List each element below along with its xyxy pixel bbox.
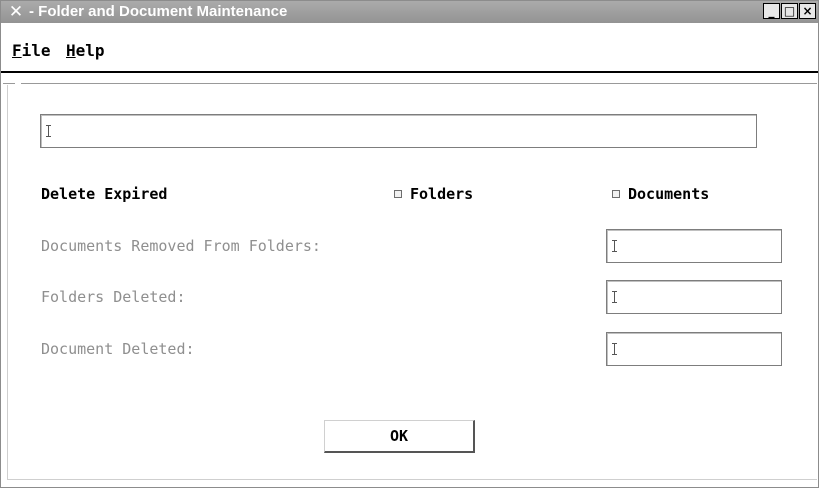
path-input[interactable] xyxy=(40,114,757,148)
text-cursor-icon xyxy=(612,343,617,356)
window-controls: _ □ × xyxy=(762,3,816,19)
folders-checkbox-label: Folders xyxy=(410,185,474,203)
minimize-button[interactable]: _ xyxy=(763,3,780,19)
menu-file-label: ile xyxy=(21,41,51,60)
text-cursor-icon xyxy=(612,291,617,304)
folders-deleted-field[interactable] xyxy=(606,280,782,314)
checkbox-icon[interactable] xyxy=(612,190,620,198)
text-cursor-icon xyxy=(612,240,617,253)
window-title: - Folder and Document Maintenance xyxy=(29,3,288,20)
maximize-icon: □ xyxy=(783,4,796,18)
menu-file-mnemonic: F xyxy=(12,41,22,60)
text-cursor-icon xyxy=(46,125,51,138)
x-logo-icon[interactable]: ✕ xyxy=(4,2,28,22)
checkbox-icon[interactable] xyxy=(394,190,402,198)
folders-deleted-label: Folders Deleted: xyxy=(41,288,186,306)
delete-expired-label: Delete Expired xyxy=(41,185,168,203)
group-frame-top xyxy=(21,83,817,84)
maximize-button[interactable]: □ xyxy=(781,3,798,19)
docs-removed-label: Documents Removed From Folders: xyxy=(41,237,321,255)
folders-checkbox[interactable]: Folders xyxy=(394,185,473,203)
menu-file[interactable]: File xyxy=(12,42,51,60)
menu-bar: File Help xyxy=(1,23,818,73)
documents-checkbox-label: Documents xyxy=(628,185,710,203)
docs-removed-field[interactable] xyxy=(606,229,782,263)
minimize-icon: _ xyxy=(768,4,775,18)
title-bar[interactable]: ✕ - Folder and Document Maintenance _ □ … xyxy=(1,1,818,23)
group-frame-corner xyxy=(3,83,15,92)
maintenance-window: ✕ - Folder and Document Maintenance _ □ … xyxy=(0,0,819,488)
menu-help[interactable]: Help xyxy=(66,42,105,60)
document-deleted-field[interactable] xyxy=(606,332,782,366)
menu-help-mnemonic: H xyxy=(66,41,76,60)
group-frame-left xyxy=(7,85,8,480)
documents-checkbox[interactable]: Documents xyxy=(612,185,709,203)
menu-help-label: elp xyxy=(75,41,105,60)
close-button[interactable]: × xyxy=(799,3,816,19)
ok-button[interactable]: OK xyxy=(324,420,475,453)
document-deleted-label: Document Deleted: xyxy=(41,340,195,358)
group-frame-bottom xyxy=(8,479,817,480)
close-icon: × xyxy=(802,4,813,18)
